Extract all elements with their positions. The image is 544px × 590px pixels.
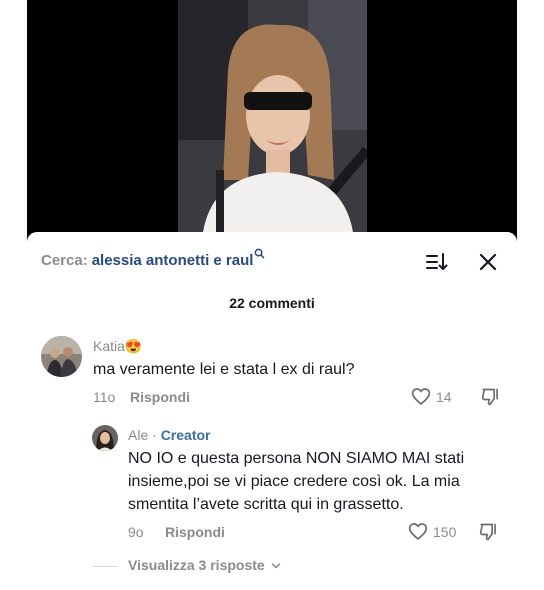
reply-button[interactable]: Rispondi — [165, 524, 225, 540]
video-thumbnail — [178, 0, 367, 232]
like-heart-icon[interactable] — [408, 522, 428, 541]
creator-badge: Creator — [160, 427, 211, 443]
close-icon[interactable] — [476, 250, 500, 274]
reply-username-text: Ale — [128, 427, 149, 443]
comment-username[interactable]: Katia😍 — [93, 338, 142, 355]
divider — [92, 566, 118, 567]
like-heart-icon[interactable] — [411, 387, 431, 406]
search-icon[interactable] — [254, 248, 265, 259]
comments-count: 22 commenti — [229, 295, 315, 311]
separator-dot: · — [152, 427, 157, 443]
search-bar[interactable]: Cerca: alessia antonetti e raul — [41, 248, 265, 269]
view-replies-button[interactable]: Visualizza 3 risposte — [128, 557, 281, 573]
reply-text: NO IO e questa persona NON SIAMO MAI sta… — [128, 450, 465, 513]
avatar[interactable] — [41, 336, 82, 377]
reply-time: 9o — [128, 524, 144, 540]
search-prefix: Cerca: — [41, 252, 88, 269]
sort-icon[interactable] — [424, 250, 448, 274]
search-term[interactable]: alessia antonetti e raul — [92, 252, 254, 269]
chevron-down-icon — [271, 563, 280, 569]
heart-eyes-emoji: 😍 — [124, 338, 143, 354]
like-count: 150 — [433, 524, 457, 540]
comment-text: ma veramente lei e stata l ex di raul? — [93, 361, 355, 378]
comment-username-text: Katia — [93, 338, 125, 354]
view-replies-label: Visualizza 3 risposte — [128, 557, 265, 573]
comments-sheet: Cerca: alessia antonetti e raul 22 commen… — [27, 232, 517, 590]
dislike-icon[interactable] — [478, 522, 498, 542]
reply-button[interactable]: Rispondi — [130, 389, 190, 405]
like-count: 14 — [436, 389, 452, 405]
avatar[interactable] — [92, 425, 118, 451]
comment-time: 11o — [93, 389, 116, 405]
dislike-icon[interactable] — [480, 387, 500, 407]
reply-username[interactable]: Ale · Creator — [128, 427, 210, 443]
